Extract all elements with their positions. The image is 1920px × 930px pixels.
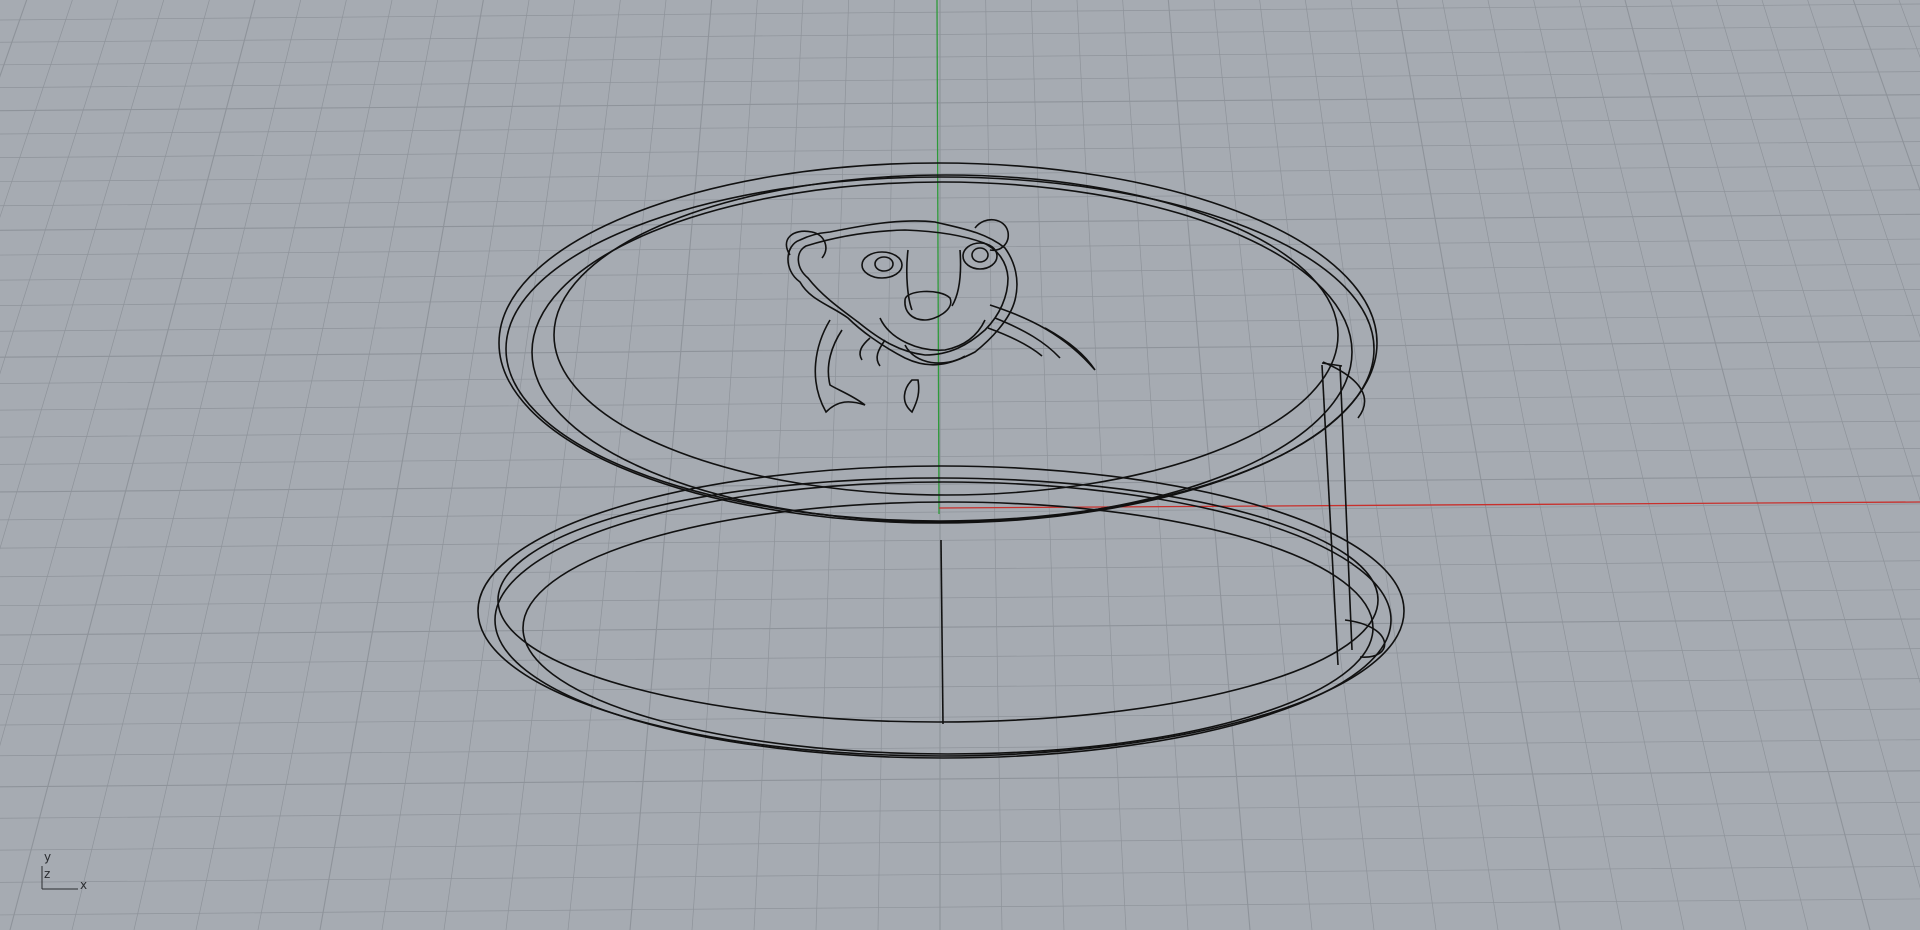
perspective-viewport[interactable]: y z x — [0, 0, 1920, 930]
grid-line — [1533, 0, 1747, 930]
grid-line — [1167, 0, 1251, 930]
grid-line — [985, 0, 1003, 930]
grid-line — [1624, 0, 1871, 930]
grid-line — [0, 94, 1920, 112]
world-y-axis — [936, 0, 940, 515]
grid-line — [0, 801, 1920, 819]
grid-line — [877, 0, 895, 930]
otter-left-eye-inner — [874, 256, 894, 272]
grid-line — [0, 340, 1920, 358]
grid-line — [443, 0, 576, 930]
grid-line — [0, 189, 1920, 207]
grid-line — [133, 0, 347, 930]
grid-line — [0, 393, 1920, 411]
grid-line — [381, 0, 530, 930]
grid-line — [1578, 0, 1809, 930]
grid-line — [629, 0, 713, 930]
indicator-z-label: z — [44, 867, 50, 881]
grid-line — [0, 0, 165, 550]
grid-line — [0, 0, 28, 78]
grid-line — [1396, 0, 1561, 930]
grid-line — [0, 165, 1920, 182]
grid-line — [1304, 0, 1437, 930]
grid-line — [0, 0, 210, 747]
grid-line — [1852, 0, 1920, 192]
grid-line — [257, 0, 439, 930]
grid-line — [71, 0, 302, 930]
grid-line — [505, 0, 621, 930]
construction-grid — [0, 0, 1920, 930]
grid-line — [0, 0, 119, 375]
grid-line — [1807, 0, 1920, 338]
grid-line — [0, 898, 1920, 916]
grid-line — [1761, 0, 1920, 501]
ring-seam-center — [940, 539, 944, 725]
indicator-x-label: x — [80, 878, 87, 892]
grid-line — [0, 3, 1920, 21]
grid-line — [1715, 0, 1920, 684]
grid-line — [0, 503, 1920, 521]
grid-line — [815, 0, 850, 930]
grid-line — [0, 117, 1920, 135]
otter-claw-curl — [903, 379, 920, 414]
grid-line — [0, 531, 1920, 549]
otter-nose — [904, 290, 952, 321]
grid-line — [1487, 0, 1685, 930]
grid-line — [0, 560, 1920, 578]
otter-whisker-right-2 — [994, 317, 1061, 359]
grid-line — [195, 0, 393, 930]
otter-face-motif — [785, 219, 1096, 414]
grid-line — [1076, 0, 1127, 930]
grid-line — [1259, 0, 1375, 930]
otter-bridge-left — [905, 249, 913, 311]
grid-line — [0, 678, 1920, 695]
otter-whisker-left-1 — [814, 319, 866, 414]
grid-line — [0, 141, 1920, 159]
grid-line — [0, 0, 73, 218]
grid-line — [0, 833, 1920, 851]
otter-right-eye-inner — [971, 247, 989, 263]
grid-line — [0, 367, 1920, 384]
grid-line — [0, 71, 1920, 88]
grid-line — [0, 589, 1920, 607]
grid-line — [0, 648, 1920, 665]
grid-line — [0, 289, 1920, 306]
grid-line — [1030, 0, 1065, 930]
ring-lower-inner-edge — [522, 501, 1374, 755]
otter-left-eye — [861, 251, 903, 279]
grid-line — [1122, 0, 1189, 930]
grid-line — [0, 25, 1920, 43]
ring-seam-right-b — [1339, 364, 1353, 651]
grid-line — [0, 420, 1920, 438]
grid-line — [9, 0, 256, 930]
grid-line — [691, 0, 758, 930]
indicator-y-label: y — [44, 850, 51, 864]
ring-seam-right-a — [1321, 364, 1339, 666]
otter-whisker-left-2 — [859, 337, 871, 361]
grid-line — [0, 314, 1920, 332]
grid-line — [0, 448, 1920, 465]
grid-line — [319, 0, 484, 930]
grid-line — [753, 0, 804, 930]
axis-orientation-indicator: y z x — [41, 850, 87, 892]
viewport-canvas[interactable]: y z x — [0, 0, 1920, 930]
grid-line — [1441, 0, 1623, 930]
grid-line — [1350, 0, 1499, 930]
ring-wireframe — [477, 162, 1405, 759]
grid-line — [1213, 0, 1313, 930]
grid-line — [0, 618, 1920, 636]
ring-upper-inner-edge — [553, 174, 1339, 496]
grid-line — [0, 865, 1920, 883]
grid-line — [1670, 0, 1920, 889]
